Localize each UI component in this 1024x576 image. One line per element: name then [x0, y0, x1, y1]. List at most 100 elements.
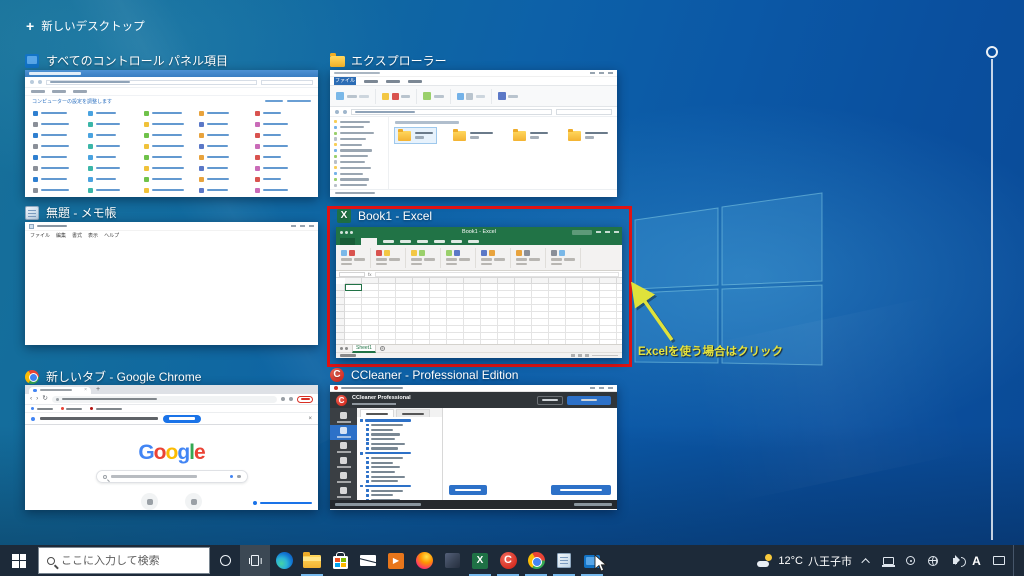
cp-search-box	[261, 80, 313, 85]
taskbar-search[interactable]	[38, 547, 210, 574]
info-icon	[31, 417, 35, 421]
cp-item	[199, 164, 254, 172]
tray-network[interactable]	[925, 551, 940, 571]
cp-item	[144, 153, 199, 161]
start-button[interactable]	[0, 545, 38, 576]
thumbnail-ccleaner[interactable]: C CCleaner Professional	[330, 385, 617, 510]
cp-item	[255, 142, 310, 150]
explorer-icon	[330, 56, 345, 67]
tray-weather[interactable]: 12°C 八王子市	[757, 553, 852, 569]
explorer-folder-item[interactable]	[565, 128, 611, 143]
thumbnail-explorer[interactable]: ファイル	[330, 70, 617, 197]
excel-home-tab	[361, 238, 377, 245]
cp-item-icon	[88, 144, 93, 149]
cp-item-label	[207, 145, 228, 148]
explorer-folder-item[interactable]	[395, 128, 436, 143]
cp-item	[144, 131, 199, 139]
volume-icon	[953, 558, 957, 564]
search-input[interactable]	[61, 555, 191, 567]
chrome-icon	[25, 370, 39, 384]
add-sheet-icon: +	[380, 346, 385, 351]
timeline-scrollbar-knob[interactable]	[986, 46, 998, 58]
tray-device[interactable]	[881, 551, 896, 571]
tree-item	[360, 480, 439, 483]
ccleaner-titlebar	[330, 385, 617, 392]
explorer-address-bar	[330, 107, 617, 117]
taskbar-control-panel[interactable]	[578, 545, 606, 576]
task-view-button[interactable]	[240, 545, 270, 576]
cp-address-bar	[25, 77, 318, 88]
cp-item	[33, 153, 88, 161]
tray-ime[interactable]: A	[969, 551, 984, 571]
window-buttons	[291, 225, 314, 227]
cp-item-icon	[33, 166, 38, 171]
explorer-nav-item	[334, 143, 384, 146]
timeline-scrollbar-track[interactable]	[991, 59, 993, 540]
taskbar-mail[interactable]	[354, 545, 382, 576]
thumbnail-control-panel[interactable]: コンピューターの設定を調整します	[25, 70, 318, 197]
onedrive-icon	[906, 556, 915, 565]
cp-item-icon	[199, 177, 204, 182]
tray-onedrive[interactable]	[903, 551, 918, 571]
ccleaner-options-panel	[357, 408, 443, 500]
window-title-notepad: 無題 - メモ帳	[25, 204, 117, 221]
taskbar-edge[interactable]	[270, 545, 298, 576]
hidden-icons-chevron[interactable]	[859, 551, 874, 571]
excel-sheet-area	[336, 278, 622, 344]
explorer-nav-item	[334, 149, 384, 152]
tray-touch-keyboard[interactable]	[991, 551, 1006, 571]
explorer-folder-item[interactable]	[450, 128, 496, 143]
taskbar-notepad[interactable]	[550, 545, 578, 576]
chrome-toolbar: ‹ › ↻	[25, 394, 318, 405]
notepad-mini-icon	[29, 224, 34, 229]
notepad-menu-item: 書式	[72, 232, 82, 239]
chrome-page-body: Google	[25, 425, 318, 510]
cp-item-label	[41, 145, 69, 148]
explorer-folder-item[interactable]	[510, 128, 551, 143]
taskbar-store[interactable]	[326, 545, 354, 576]
taskbar-firefox[interactable]	[410, 545, 438, 576]
excel-icon: X	[337, 209, 351, 223]
show-desktop-button[interactable]	[1013, 545, 1018, 576]
cp-item-label	[207, 112, 229, 115]
taskbar: ▶ X C 12°C 八王子市 A	[0, 545, 1024, 576]
thumbnail-notepad[interactable]: ファイル編集書式表示ヘルプ	[25, 222, 318, 345]
new-desktop-label: 新しいデスクトップ	[41, 18, 145, 34]
tray-volume[interactable]	[947, 551, 962, 571]
explorer-nav-item	[334, 126, 384, 129]
window-title-label: 新しいタブ - Google Chrome	[46, 368, 201, 385]
windows-logo-watermark	[630, 192, 824, 368]
tree-item	[360, 471, 439, 474]
ccleaner-brand: CCleaner Professional	[352, 395, 411, 401]
taskbar-movies[interactable]: ▶	[382, 545, 410, 576]
new-desktop-button[interactable]: + 新しいデスクトップ	[26, 18, 145, 34]
taskbar-excel[interactable]: X	[466, 545, 494, 576]
taskbar-pinned-app[interactable]	[438, 545, 466, 576]
taskbar-explorer[interactable]	[298, 545, 326, 576]
chrome-icon	[528, 552, 545, 569]
cortana-button[interactable]	[210, 545, 240, 576]
system-tray: 12°C 八王子市 A	[757, 545, 1024, 576]
taskbar-chrome[interactable]	[522, 545, 550, 576]
cp-item-icon	[199, 155, 204, 160]
thumbnail-excel[interactable]: Book1 - Excel fx Sheet1 +	[336, 227, 622, 358]
row-headers	[336, 284, 345, 344]
cp-item-icon	[255, 166, 260, 171]
ccleaner-tree	[357, 417, 442, 500]
google-logo: Google	[25, 441, 318, 465]
cp-breadcrumb	[46, 80, 257, 85]
cp-item-icon	[199, 188, 204, 193]
new-tab-icon: +	[96, 385, 100, 394]
cp-item-icon	[88, 188, 93, 193]
tree-section	[360, 419, 439, 422]
cp-item	[88, 142, 143, 150]
excel-statusbar	[336, 352, 622, 358]
taskbar-ccleaner[interactable]: C	[494, 545, 522, 576]
thumbnail-chrome[interactable]: × + ‹ › ↻ × Google	[25, 385, 318, 510]
cp-item	[199, 109, 254, 117]
file-explorer-icon	[303, 555, 321, 568]
ccleaner-sidebar	[330, 408, 357, 500]
cp-item	[144, 164, 199, 172]
cp-item	[88, 120, 143, 128]
notepad-menu-item: 表示	[88, 232, 98, 239]
